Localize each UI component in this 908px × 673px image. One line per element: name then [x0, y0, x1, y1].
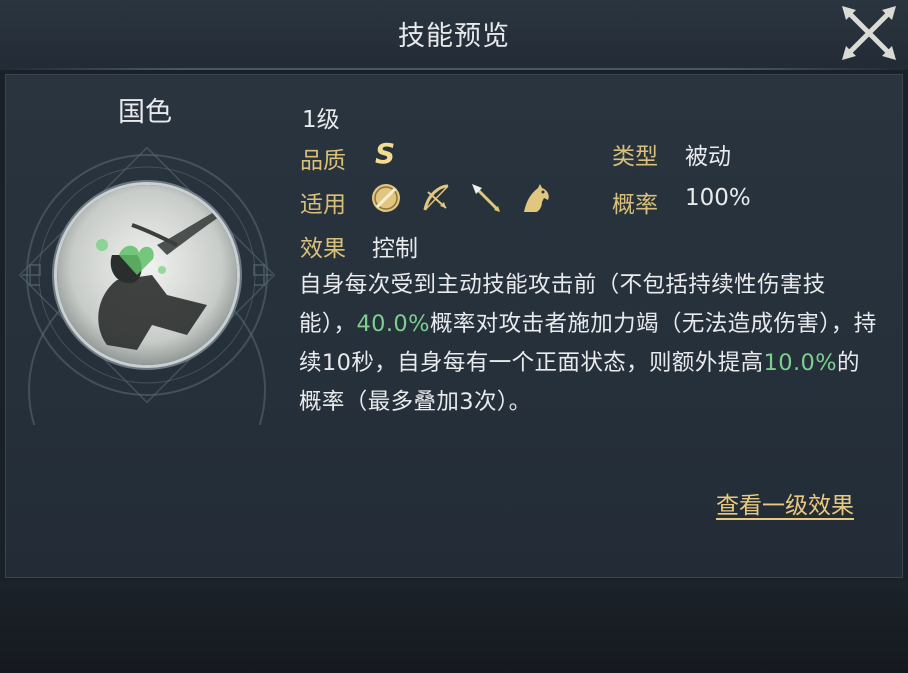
shield-unit-icon	[372, 184, 400, 212]
dialog-title: 技能预览	[398, 21, 510, 52]
type-label: 类型	[612, 144, 658, 170]
description-highlight-rate: 40.0%	[356, 311, 430, 337]
skill-description: 自身每次受到主动技能攻击前（不包括持续性伤害技能），40.0%概率对攻击者施加力…	[299, 266, 879, 422]
close-icon	[842, 6, 896, 60]
skill-level: 1级	[302, 107, 340, 133]
quality-label: 品质	[300, 148, 346, 174]
effect-label: 效果	[300, 236, 346, 262]
close-button[interactable]	[838, 2, 900, 64]
view-level-one-link[interactable]: 查看一级效果	[716, 486, 854, 520]
rate-value: 100%	[685, 185, 751, 211]
cavalry-horse-icon	[524, 184, 549, 212]
rate-label: 概率	[612, 192, 658, 218]
applicable-label: 适用	[300, 192, 346, 218]
type-value: 被动	[685, 144, 731, 170]
applicable-units	[368, 180, 554, 216]
bottom-area	[0, 580, 908, 673]
spear-unit-icon	[472, 184, 500, 212]
bow-unit-icon	[423, 184, 449, 211]
quality-grade: S	[375, 137, 396, 170]
skill-portrait	[57, 185, 237, 365]
effect-value: 控制	[372, 236, 418, 262]
description-highlight-bonus: 10.0%	[763, 350, 838, 376]
